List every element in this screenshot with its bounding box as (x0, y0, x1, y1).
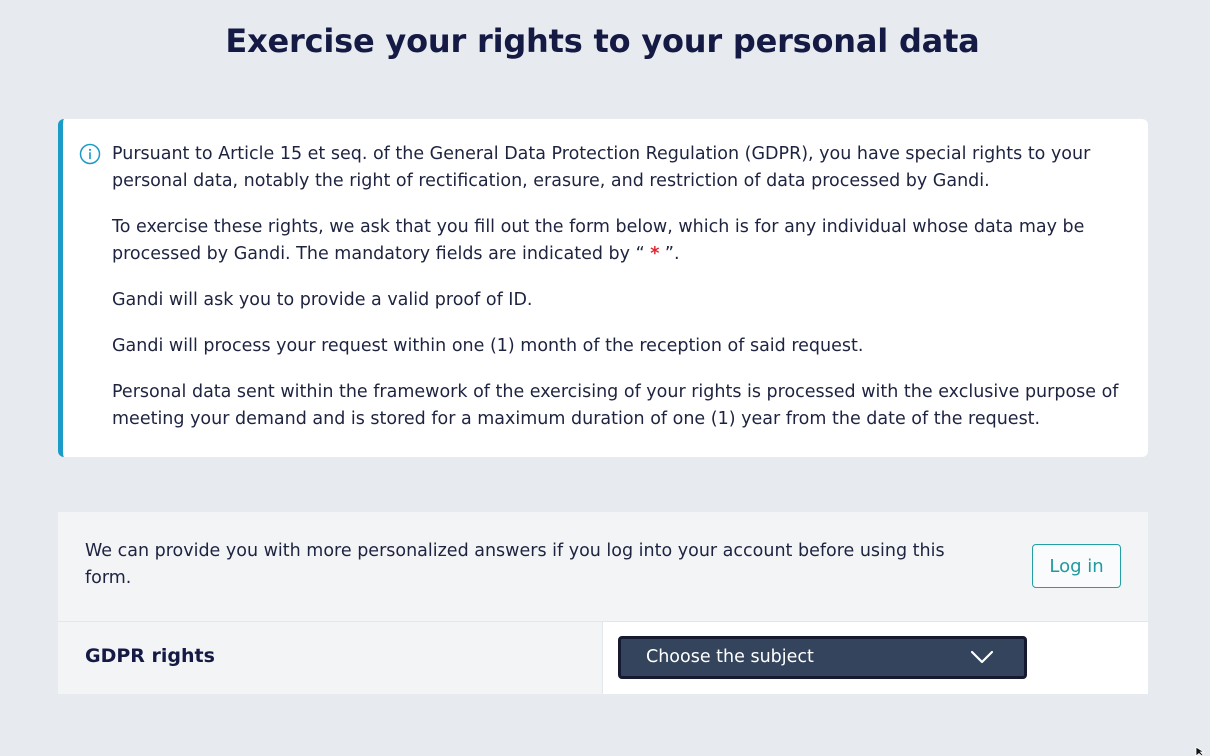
subject-select[interactable]: Choose the subject (618, 636, 1027, 679)
info-paragraph-proof-of-id: Gandi will ask you to provide a valid pr… (112, 290, 533, 310)
info-icon (79, 143, 101, 165)
info-paragraph-form-instructions-end: ”. (659, 244, 680, 264)
gdpr-rights-field-cell: Choose the subject (603, 622, 1148, 694)
gdpr-info-notice: Pursuant to Article 15 et seq. of the Ge… (58, 119, 1148, 457)
login-prompt-text: We can provide you with more personalize… (85, 541, 945, 588)
gdpr-rights-row: GDPR rights Choose the subject (58, 621, 1148, 694)
info-paragraph-processing-time: Gandi will process your request within o… (112, 336, 864, 356)
info-text: Pursuant to Article 15 et seq. of the Ge… (112, 141, 1137, 452)
required-star: * (650, 244, 660, 264)
page-title: Exercise your rights to your personal da… (225, 22, 980, 60)
log-in-button[interactable]: Log in (1032, 544, 1121, 588)
mouse-cursor-icon (1195, 747, 1206, 756)
gdpr-rights-label-cell: GDPR rights (58, 622, 603, 694)
subject-select-value: Choose the subject (646, 647, 814, 667)
info-paragraph-data-retention: Personal data sent within the framework … (112, 382, 1119, 429)
chevron-down-icon (970, 650, 994, 664)
login-prompt-panel: We can provide you with more personalize… (58, 512, 1148, 621)
info-paragraph-form-instructions-text: To exercise these rights, we ask that yo… (112, 217, 1085, 264)
gdpr-rights-label: GDPR rights (85, 645, 215, 667)
info-paragraph-gdpr-article: Pursuant to Article 15 et seq. of the Ge… (112, 144, 1091, 191)
info-paragraph-form-instructions: To exercise these rights, we ask that yo… (112, 214, 1137, 268)
